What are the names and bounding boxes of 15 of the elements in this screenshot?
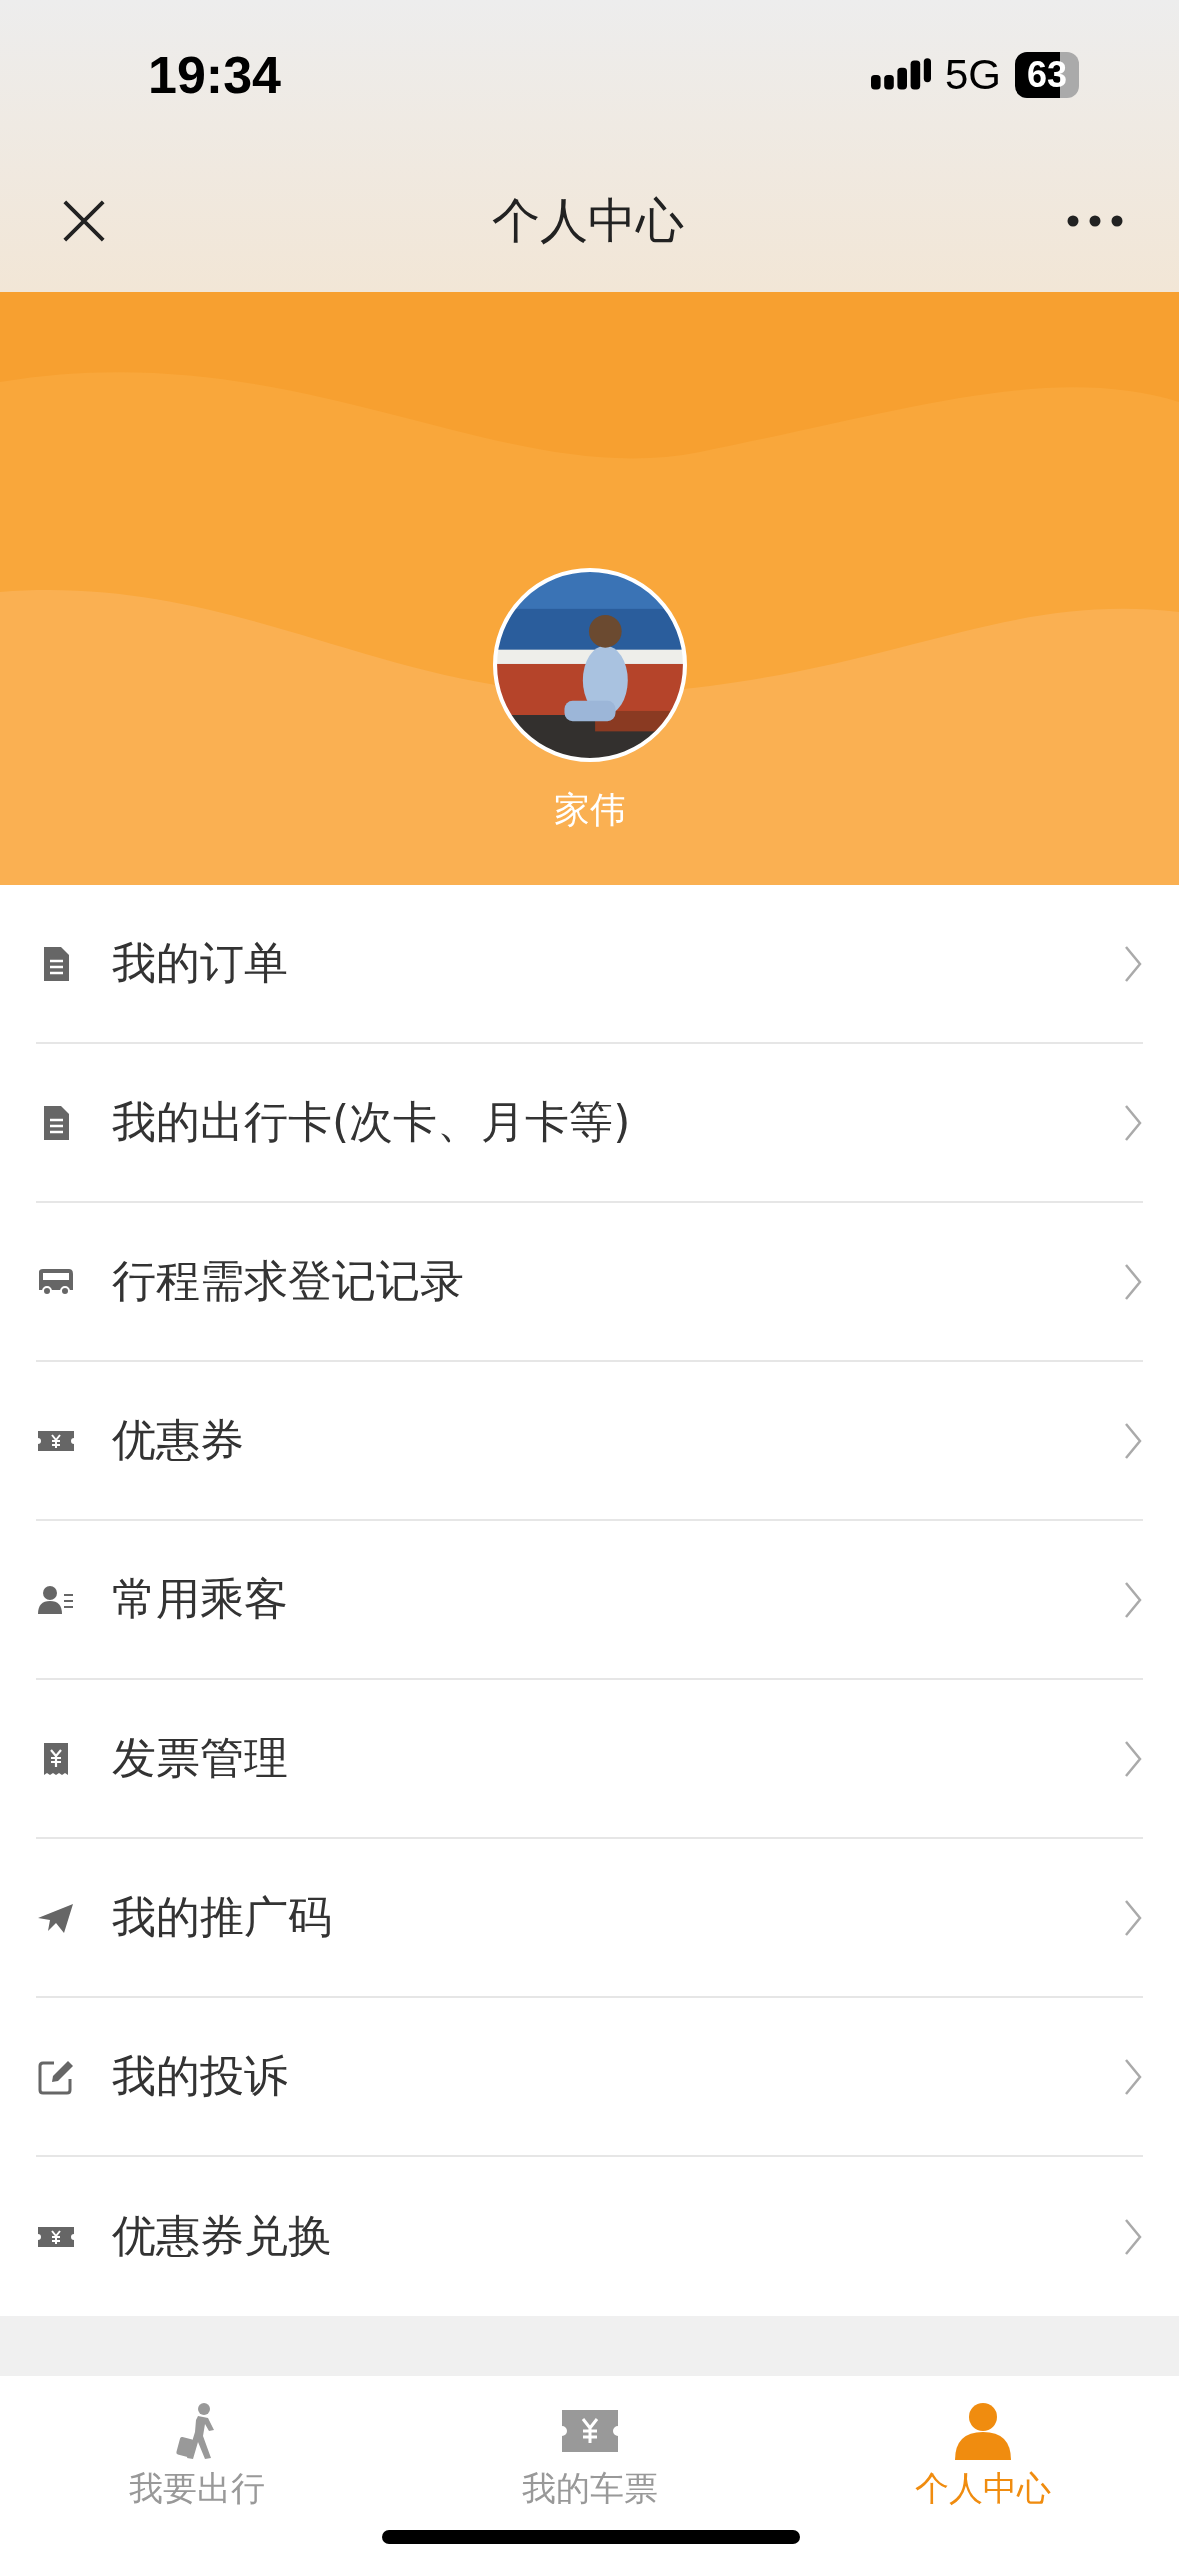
status-time: 19:34 [148, 45, 281, 105]
menu-item[interactable]: 优惠券 [36, 1362, 1143, 1521]
signal-icon [870, 58, 931, 92]
network-label: 5G [944, 51, 1001, 99]
more-icon[interactable] [1067, 215, 1123, 227]
menu-item[interactable]: 我的订单 [36, 885, 1143, 1044]
menu-item[interactable]: 我的推广码 [36, 1839, 1143, 1998]
menu-item[interactable]: 我的出行卡(次卡、月卡等) [36, 1044, 1143, 1203]
menu-item[interactable]: 行程需求登记记录 [36, 1203, 1143, 1362]
menu-item[interactable]: 发票管理 [36, 1680, 1143, 1839]
menu-item[interactable]: 我的投诉 [36, 1998, 1143, 2157]
page-title: 个人中心 [491, 191, 684, 250]
menu-item[interactable]: 优惠券兑换 [36, 2157, 1143, 2316]
user-name: 家伟 [553, 788, 626, 832]
menu-item[interactable]: 常用乘客 [36, 1521, 1143, 1680]
